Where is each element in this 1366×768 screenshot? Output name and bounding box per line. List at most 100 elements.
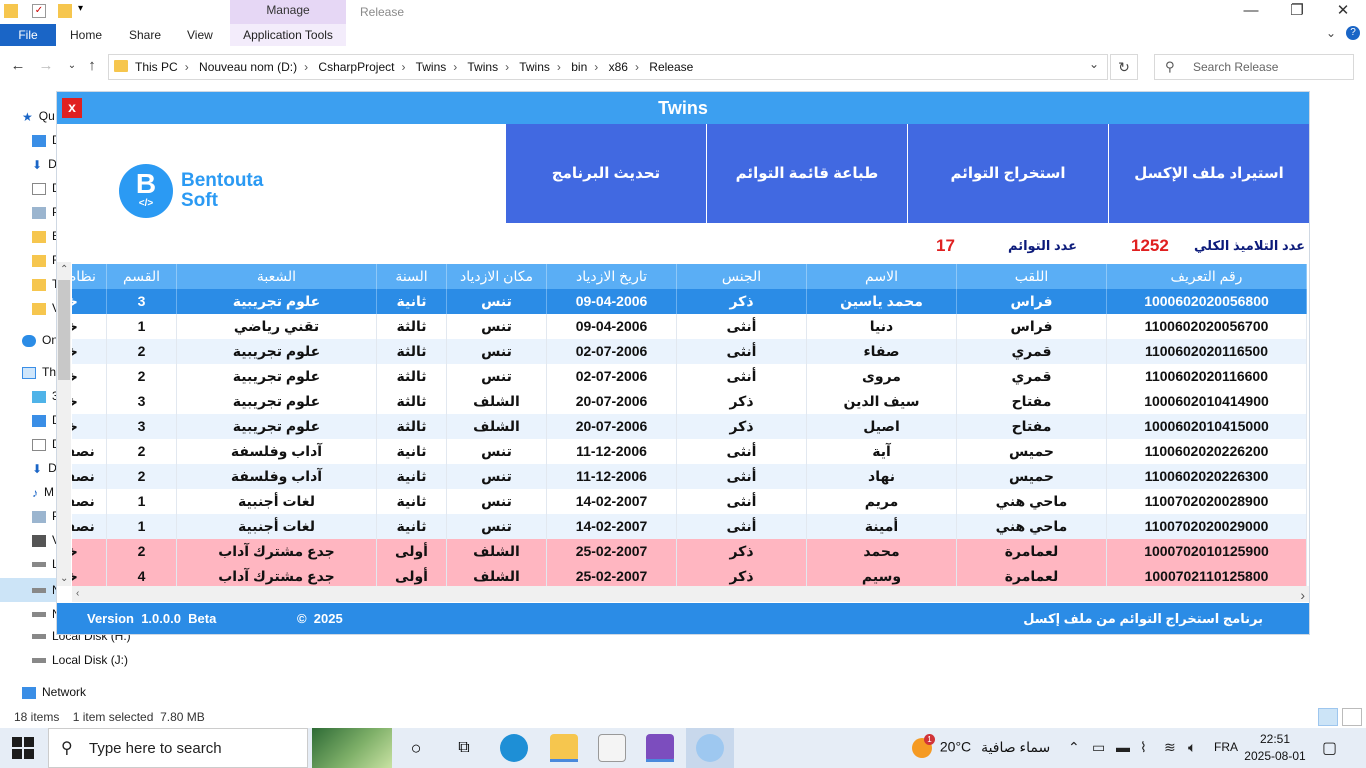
nav-item[interactable]: 3 xyxy=(32,386,59,406)
table-row[interactable]: 1000602010414900 مفتاح سيف الدين ذكر 20-07-2… xyxy=(72,389,1307,414)
nav-item[interactable]: ♪ M xyxy=(32,482,54,502)
table-row[interactable]: 1100602020226200 حميس آية أنثى 11-12-2006 تنس… xyxy=(72,439,1307,464)
column-header[interactable]: الشعبة xyxy=(177,264,377,289)
extract-twins-button[interactable]: استخراج التوائم xyxy=(908,124,1108,223)
table-row[interactable]: 1100702020028900 ماحي هني مريم أنثى 14-02-20… xyxy=(72,489,1307,514)
breadcrumb-item[interactable]: Release xyxy=(649,60,693,74)
app-close-button[interactable]: x xyxy=(62,98,82,118)
table-row[interactable]: 1100602020116600 قمري مروى أنثى 02-07-2006 تن… xyxy=(72,364,1307,389)
ribbon-expand-icon[interactable]: ⌄ xyxy=(1326,26,1336,40)
table-row[interactable]: 1100602020226300 حميس نهاد أنثى 11-12-2006 تن… xyxy=(72,464,1307,489)
table-row-selected[interactable]: 1000602020056800 فراس محمد ياسين ذكر 09-04-2… xyxy=(72,289,1307,314)
tab-share[interactable]: Share xyxy=(129,24,161,46)
scroll-right-arrow-icon[interactable]: › xyxy=(1300,587,1305,603)
scroll-up-arrow-icon[interactable]: ⌃ xyxy=(60,264,68,275)
update-program-button[interactable]: تحديث البرنامج xyxy=(506,124,706,223)
app-titlebar[interactable]: Twins x xyxy=(57,92,1309,124)
grid-vertical-scrollbar[interactable]: ⌃ ⌄ xyxy=(57,262,71,586)
chevron-right-icon[interactable]: › xyxy=(635,60,639,74)
volume-icon[interactable]: 🔈︎ xyxy=(1188,739,1196,756)
breadcrumb-item[interactable]: Twins xyxy=(416,60,447,74)
print-twins-button[interactable]: طباعة قائمة التوائم xyxy=(707,124,907,223)
cortana-icon[interactable]: ○ xyxy=(402,734,430,762)
column-header[interactable]: رقم التعريف xyxy=(1107,264,1307,289)
column-header[interactable]: تاريخ الازدياد xyxy=(547,264,677,289)
breadcrumb-item[interactable]: bin xyxy=(571,60,587,74)
chevron-right-icon[interactable]: › xyxy=(505,60,509,74)
manage-tab[interactable]: Manage xyxy=(230,0,346,24)
windows-start-icon[interactable] xyxy=(12,737,34,759)
tab-file[interactable]: File xyxy=(0,24,56,46)
visual-studio-icon[interactable] xyxy=(646,734,674,762)
search-highlight-image[interactable] xyxy=(312,728,392,768)
nav-item[interactable]: L xyxy=(32,554,59,574)
clock[interactable]: 22:51 2025-08-01 xyxy=(1242,731,1308,765)
task-view-icon[interactable]: ⧉ xyxy=(450,734,478,762)
nav-item-quick-access[interactable]: ★ Qu xyxy=(22,106,55,126)
table-row[interactable]: 1100602020056700 فراس دنيا أنثى 09-04-2006 تن… xyxy=(72,314,1307,339)
microsoft-store-icon[interactable] xyxy=(598,734,626,762)
minimize-button[interactable]: — xyxy=(1228,0,1274,24)
chevron-right-icon[interactable]: › xyxy=(304,60,308,74)
help-icon[interactable]: ? xyxy=(1346,26,1360,40)
tab-view[interactable]: View xyxy=(187,24,213,46)
column-header[interactable]: الاسم xyxy=(807,264,957,289)
tab-home[interactable]: Home xyxy=(70,24,102,46)
nav-item[interactable]: P xyxy=(32,506,60,526)
nav-item-network[interactable]: Network xyxy=(22,682,86,702)
forward-arrow-icon[interactable]: → xyxy=(36,56,56,76)
tab-application-tools[interactable]: Application Tools xyxy=(230,24,346,46)
column-header[interactable]: نظام التمدرس xyxy=(72,264,107,289)
up-arrow-icon[interactable]: ↑ xyxy=(82,56,102,76)
wifi-icon[interactable]: ≋ xyxy=(1164,739,1176,756)
chevron-right-icon[interactable]: › xyxy=(453,60,457,74)
edge-icon[interactable] xyxy=(500,734,528,762)
chevron-right-icon[interactable]: › xyxy=(594,60,598,74)
chevron-right-icon[interactable]: › xyxy=(401,60,405,74)
nav-item[interactable]: P xyxy=(32,202,60,222)
weather-widget[interactable]: 1 20°C سماء صافية xyxy=(912,734,1050,758)
folder-icon[interactable] xyxy=(4,4,18,18)
nav-item[interactable]: V xyxy=(32,298,60,318)
chevron-right-icon[interactable]: › xyxy=(185,60,189,74)
breadcrumb-item[interactable]: x86 xyxy=(609,60,628,74)
breadcrumb-item[interactable]: Twins xyxy=(519,60,550,74)
back-arrow-icon[interactable]: ← xyxy=(8,56,28,76)
nav-item[interactable]: V xyxy=(32,530,60,550)
recent-locations-icon[interactable]: ⌄ xyxy=(62,56,82,76)
column-header[interactable]: السنة xyxy=(377,264,447,289)
properties-icon[interactable]: ✓ xyxy=(32,4,46,18)
scroll-thumb[interactable] xyxy=(58,280,70,380)
close-window-button[interactable]: ✕ xyxy=(1320,0,1366,24)
file-explorer-icon[interactable] xyxy=(550,734,578,762)
restore-button[interactable]: ❐ xyxy=(1274,0,1320,24)
breadcrumb-item[interactable]: Nouveau nom (D:) xyxy=(199,60,297,74)
meet-now-icon[interactable]: ▭ xyxy=(1092,739,1105,756)
battery-icon[interactable]: ▬ xyxy=(1116,739,1130,755)
column-header[interactable]: الجنس xyxy=(677,264,807,289)
breadcrumb-item[interactable]: This PC xyxy=(135,60,178,74)
quick-access-dropdown-icon[interactable]: ▾ xyxy=(78,3,83,14)
network-icon[interactable]: ⌇ xyxy=(1140,739,1147,756)
search-input[interactable]: ⚲ Search Release xyxy=(1154,54,1354,80)
nav-item[interactable]: T xyxy=(32,274,59,294)
nav-item[interactable]: F xyxy=(32,250,59,270)
nav-item[interactable]: ⬇ D xyxy=(32,154,57,174)
address-dropdown-icon[interactable]: ⌄ xyxy=(1089,57,1099,71)
table-row[interactable]: 1000702010125900 لعمامرة محمد ذكر 25-02-2007… xyxy=(72,539,1307,564)
details-view-icon[interactable] xyxy=(1318,708,1338,726)
nav-item[interactable]: ⬇ D xyxy=(32,458,57,478)
twins-taskbar-app[interactable] xyxy=(686,728,734,768)
chevron-up-icon[interactable]: ⌃ xyxy=(1068,739,1080,756)
new-folder-icon[interactable] xyxy=(58,4,72,18)
breadcrumb-item[interactable]: CsharpProject xyxy=(318,60,394,74)
language-indicator[interactable]: FRA xyxy=(1214,740,1238,754)
import-excel-button[interactable]: استيراد ملف الإكسل xyxy=(1109,124,1309,223)
address-box[interactable]: This PC › Nouveau nom (D:) › CsharpProject… xyxy=(108,54,1108,80)
large-icons-view-icon[interactable] xyxy=(1342,708,1362,726)
column-header[interactable]: اللقب xyxy=(957,264,1107,289)
refresh-button[interactable]: ↻ xyxy=(1110,54,1138,80)
notification-icon[interactable]: ▢ xyxy=(1322,738,1337,758)
table-row[interactable]: 1000702110125800 لعمامرة وسيم ذكر 25-02-2007… xyxy=(72,564,1307,586)
scroll-down-arrow-icon[interactable]: ⌄ xyxy=(60,573,68,584)
